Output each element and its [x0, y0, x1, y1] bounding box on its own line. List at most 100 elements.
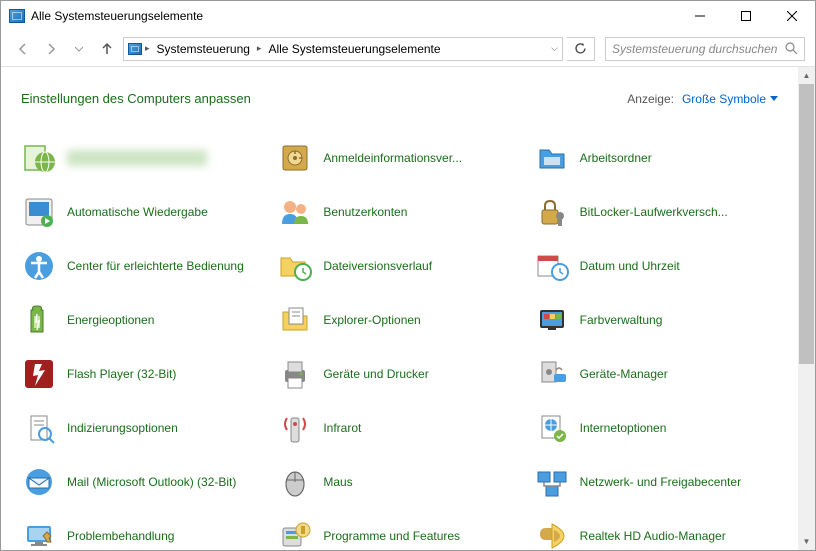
item-label: Programme und Features: [323, 529, 460, 544]
history-dropdown-button[interactable]: [67, 37, 91, 61]
item-label: Automatische Wiedergabe: [67, 205, 208, 220]
chevron-right-icon: ▸: [257, 43, 262, 54]
item-label: Center für erleichterte Bedienung: [67, 259, 244, 274]
control-panel-item[interactable]: Programme und Features: [277, 518, 521, 550]
window-title: Alle Systemsteuerungselemente: [31, 9, 677, 23]
page-title: Einstellungen des Computers anpassen: [21, 91, 627, 106]
device-mgr-icon: [534, 356, 570, 392]
item-label: Explorer-Optionen: [323, 313, 420, 328]
view-label: Anzeige:: [627, 92, 674, 106]
flash-icon: [21, 356, 57, 392]
troubleshoot-icon: [21, 518, 57, 550]
safe-icon: [277, 140, 313, 176]
index-icon: [21, 410, 57, 446]
item-label: Maus: [323, 475, 352, 490]
control-panel-item[interactable]: Automatische Wiedergabe: [21, 194, 265, 230]
item-label: BitLocker-Laufwerkversch...: [580, 205, 728, 220]
item-label: Infrarot: [323, 421, 361, 436]
chevron-right-icon: ▸: [145, 43, 150, 54]
realtek-icon: [534, 518, 570, 550]
titlebar: Alle Systemsteuerungselemente: [1, 1, 815, 31]
control-panel-item[interactable]: Mail (Microsoft Outlook) (32-Bit): [21, 464, 265, 500]
close-button[interactable]: [769, 1, 815, 31]
mail-icon: [21, 464, 57, 500]
back-button[interactable]: [11, 37, 35, 61]
control-panel-item[interactable]: BitLocker-Laufwerkversch...: [534, 194, 778, 230]
search-icon: [785, 42, 798, 55]
item-label: Geräte-Manager: [580, 367, 668, 382]
calendar-clock-icon: [534, 248, 570, 284]
infrared-icon: [277, 410, 313, 446]
breadcrumb-current[interactable]: Alle Systemsteuerungselemente: [264, 42, 444, 56]
item-label: Mail (Microsoft Outlook) (32-Bit): [67, 475, 236, 490]
control-panel-item[interactable]: Arbeitsordner: [534, 140, 778, 176]
item-label: Energieoptionen: [67, 313, 154, 328]
app-icon: [9, 9, 25, 23]
item-label: Realtek HD Audio-Manager: [580, 529, 726, 544]
mouse-icon: [277, 464, 313, 500]
control-panel-item[interactable]: Problembehandlung: [21, 518, 265, 550]
programs-icon: [277, 518, 313, 550]
users-icon: [277, 194, 313, 230]
forward-button[interactable]: [39, 37, 63, 61]
control-panel-item[interactable]: Infrarot: [277, 410, 521, 446]
item-label: Datum und Uhrzeit: [580, 259, 680, 274]
folder-clock-icon: [277, 248, 313, 284]
view-dropdown[interactable]: Große Symbole: [682, 92, 778, 106]
lock-key-icon: [534, 194, 570, 230]
control-panel-item[interactable]: Explorer-Optionen: [277, 302, 521, 338]
item-label: Internetoptionen: [580, 421, 667, 436]
item-label: Dateiversionsverlauf: [323, 259, 432, 274]
control-panel-item[interactable]: Geräte und Drucker: [277, 356, 521, 392]
item-label: Netzwerk- und Freigabecenter: [580, 475, 741, 490]
navbar: ▸ Systemsteuerung ▸ Alle Systemsteuerung…: [1, 31, 815, 67]
scrollbar[interactable]: ▲ ▼: [798, 67, 815, 550]
control-panel-item[interactable]: Benutzerkonten: [277, 194, 521, 230]
folder-props-icon: [277, 302, 313, 338]
control-panel-item[interactable]: Flash Player (32-Bit): [21, 356, 265, 392]
control-panel-item[interactable]: Energieoptionen: [21, 302, 265, 338]
green-globe-icon: [21, 140, 57, 176]
scroll-up-button[interactable]: ▲: [798, 67, 815, 84]
control-panel-item[interactable]: Farbverwaltung: [534, 302, 778, 338]
search-placeholder: Systemsteuerung durchsuchen: [612, 42, 785, 56]
media-square-icon: [21, 194, 57, 230]
maximize-button[interactable]: [723, 1, 769, 31]
control-panel-item[interactable]: Indizierungsoptionen: [21, 410, 265, 446]
item-label: Benutzerkonten: [323, 205, 407, 220]
control-panel-item[interactable]: Datum und Uhrzeit: [534, 248, 778, 284]
control-panel-item[interactable]: Geräte-Manager: [534, 356, 778, 392]
item-label: Farbverwaltung: [580, 313, 663, 328]
chevron-down-icon: [770, 96, 778, 102]
breadcrumb-root[interactable]: Systemsteuerung: [153, 42, 254, 56]
up-button[interactable]: [95, 37, 119, 61]
control-panel-item[interactable]: Dateiversionsverlauf: [277, 248, 521, 284]
address-bar[interactable]: ▸ Systemsteuerung ▸ Alle Systemsteuerung…: [123, 37, 563, 61]
control-panel-item[interactable]: Netzwerk- und Freigabecenter: [534, 464, 778, 500]
refresh-button[interactable]: [567, 37, 595, 61]
color-mgmt-icon: [534, 302, 570, 338]
control-panel-item[interactable]: Realtek HD Audio-Manager: [534, 518, 778, 550]
control-panel-item[interactable]: ████████████: [21, 140, 265, 176]
chevron-down-icon[interactable]: ⌵: [551, 43, 558, 54]
battery-icon: [21, 302, 57, 338]
printer-icon: [277, 356, 313, 392]
search-input[interactable]: Systemsteuerung durchsuchen: [605, 37, 805, 61]
item-label: Indizierungsoptionen: [67, 421, 178, 436]
ease-access-icon: [21, 248, 57, 284]
item-label: Problembehandlung: [67, 529, 174, 544]
network-icon: [534, 464, 570, 500]
item-label: Arbeitsordner: [580, 151, 652, 166]
item-label: Geräte und Drucker: [323, 367, 428, 382]
scroll-down-button[interactable]: ▼: [798, 533, 815, 550]
content-area: Einstellungen des Computers anpassen Anz…: [1, 67, 798, 550]
control-panel-item[interactable]: Maus: [277, 464, 521, 500]
control-panel-item[interactable]: Internetoptionen: [534, 410, 778, 446]
control-panel-item[interactable]: Center für erleichterte Bedienung: [21, 248, 265, 284]
location-icon: [128, 43, 142, 55]
items-grid: ████████████ Anmeldeinformationsver... Arb…: [21, 140, 778, 550]
minimize-button[interactable]: [677, 1, 723, 31]
item-label: Flash Player (32-Bit): [67, 367, 176, 382]
control-panel-item[interactable]: Anmeldeinformationsver...: [277, 140, 521, 176]
scroll-thumb[interactable]: [799, 84, 814, 364]
